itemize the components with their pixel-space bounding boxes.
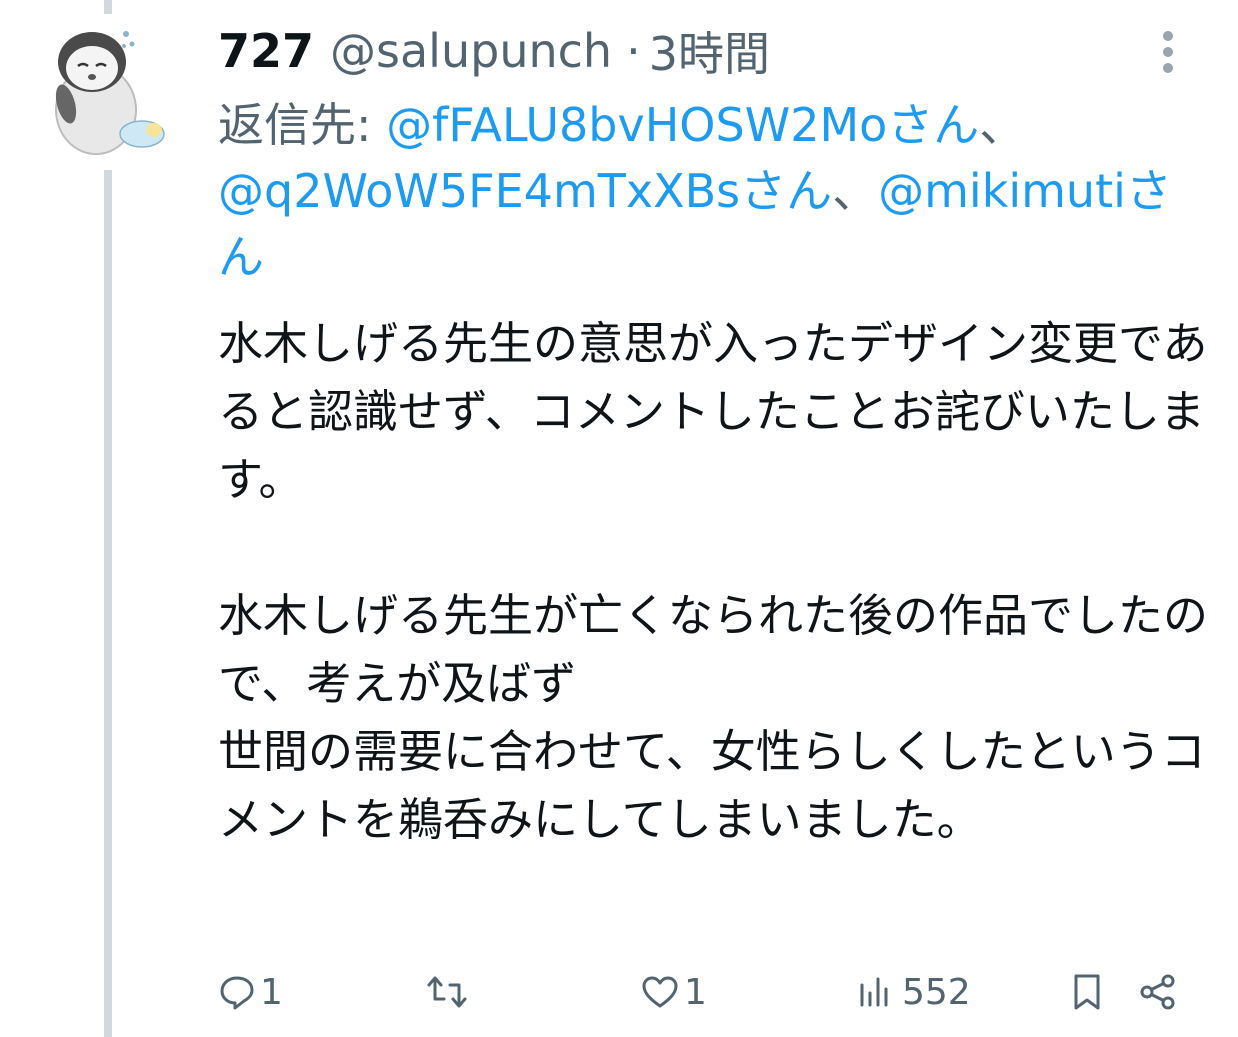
thread-line (104, 170, 112, 1037)
heart-icon (642, 976, 678, 1008)
mention-link[interactable]: @q2WoW5FE4mTxXBsさん (218, 164, 832, 218)
reply-icon (220, 976, 254, 1010)
like-count: 1 (684, 971, 707, 1013)
retweet-icon (427, 976, 467, 1008)
retweet-button[interactable] (426, 962, 472, 1022)
penguin-avatar-icon (55, 31, 165, 155)
reply-to-line: 返信先: @fFALU8bvHOSW2Moさん、 @q2WoW5FE4mTxXBs… (218, 92, 1208, 290)
tweet-actions: 1 1 552 (218, 962, 1198, 1022)
display-name[interactable]: 727 (218, 24, 314, 78)
bookmark-icon (1074, 974, 1100, 1010)
reply-count: 1 (260, 971, 283, 1013)
reply-button[interactable]: 1 (218, 962, 283, 1022)
user-handle[interactable]: @salupunch (330, 24, 612, 78)
tweet-header: 727 @salupunch · 3時間 (218, 18, 1208, 84)
share-button[interactable] (1138, 962, 1178, 1022)
tweet-body: 水木しげる先生の意思が入ったデザイン変更であると認識せず、コメントしたことお詫び… (218, 317, 1209, 846)
mention-link[interactable]: @fFALU8bvHOSW2Moさん (386, 98, 979, 152)
avatar[interactable] (44, 22, 168, 158)
reply-prefix: 返信先: (218, 98, 387, 152)
views-button[interactable]: 552 (858, 962, 971, 1022)
separator-dot: · (626, 24, 641, 78)
timestamp[interactable]: 3時間 (649, 18, 770, 84)
more-vertical-icon (1163, 31, 1173, 73)
more-options-button[interactable] (1156, 28, 1180, 76)
share-icon (1140, 974, 1175, 1010)
thread-line-top (104, 0, 112, 14)
bookmark-button[interactable] (1070, 962, 1104, 1022)
mention-separator: 、 (979, 98, 1026, 152)
views-count: 552 (902, 971, 971, 1013)
like-button[interactable]: 1 (640, 962, 707, 1022)
views-icon (860, 977, 888, 1007)
mention-separator: 、 (832, 164, 879, 218)
